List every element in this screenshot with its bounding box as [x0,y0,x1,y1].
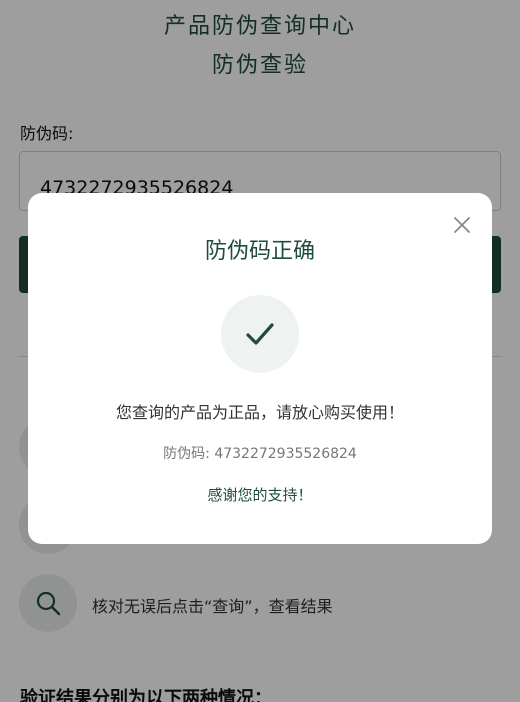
result-dialog: 防伪码正确 您查询的产品为正品，请放心购买使用！ 防伪码: 4732272935… [28,193,492,544]
close-icon [454,217,470,233]
dialog-code-line: 防伪码: 4732272935526824 [163,446,357,462]
dialog-message: 您查询的产品为正品，请放心购买使用！ [115,403,404,422]
dialog-thanks: 感谢您的支持！ [207,486,313,504]
dialog-title: 防伪码正确 [204,239,315,264]
checkmark-icon [246,323,274,345]
success-badge [221,295,299,373]
